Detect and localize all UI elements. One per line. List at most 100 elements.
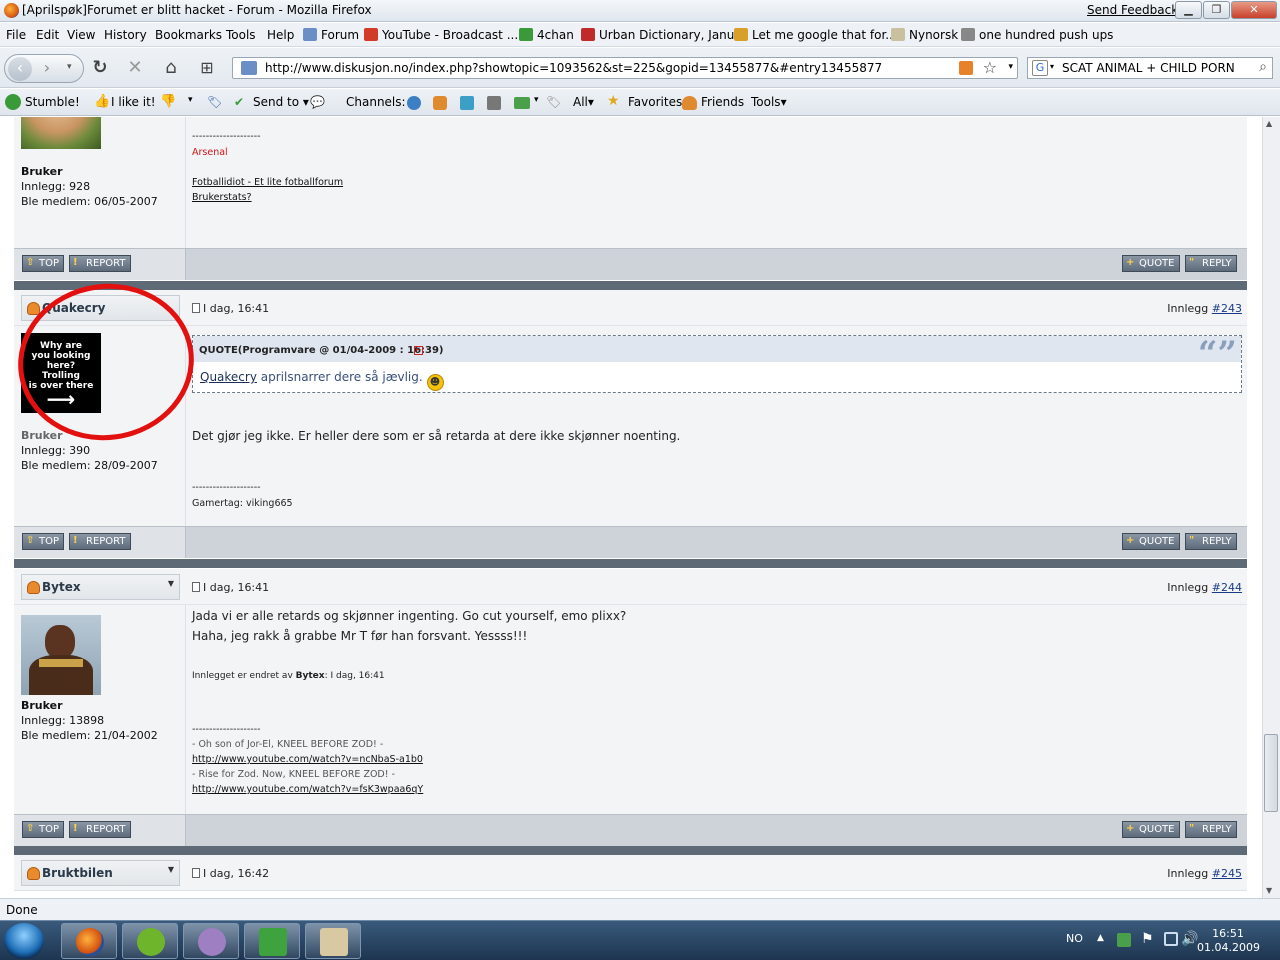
quote-button[interactable]: + QUOTE: [1122, 821, 1180, 838]
top-button[interactable]: ⇧ TOP: [22, 255, 65, 272]
favorites-button[interactable]: Favorites: [628, 95, 682, 109]
search-input[interactable]: SCAT ANIMAL + CHILD PORN: [1062, 61, 1235, 75]
top-button[interactable]: ⇧ TOP: [22, 821, 65, 838]
dropdown-icon[interactable]: ▾: [188, 95, 193, 105]
channels-dropdown-icon[interactable]: ▾: [534, 95, 539, 105]
bookmark-star-icon[interactable]: ☆: [983, 58, 997, 77]
taskbar-utorrent[interactable]: [244, 923, 300, 959]
i-like-it-button[interactable]: I like it!: [111, 95, 156, 109]
tray-network-icon[interactable]: [1164, 932, 1178, 946]
menu-file[interactable]: File: [6, 28, 26, 42]
quote-button[interactable]: + QUOTE: [1122, 255, 1180, 272]
taskbar-paint[interactable]: [305, 923, 361, 959]
back-button[interactable]: ‹: [8, 57, 32, 81]
username[interactable]: Bruktbilen: [42, 866, 113, 880]
signature-link[interactable]: http://www.youtube.com/watch?v=fsK3wpaa6…: [192, 784, 423, 795]
start-button[interactable]: [4, 923, 44, 959]
menu-history[interactable]: History: [104, 28, 147, 42]
tag-icon[interactable]: 🏷: [207, 95, 222, 109]
tray-security-icon[interactable]: [1117, 933, 1131, 947]
post-number-link[interactable]: #244: [1212, 581, 1242, 594]
bookmark-youtube[interactable]: YouTube - Broadcast ...: [364, 28, 518, 42]
quote-button[interactable]: + QUOTE: [1122, 533, 1180, 550]
send-feedback-link[interactable]: Send Feedback: [1087, 3, 1178, 17]
menu-bookmarks[interactable]: Bookmarks: [155, 28, 222, 42]
quoted-username[interactable]: Quakecry: [200, 370, 257, 384]
video-icon[interactable]: [514, 97, 530, 109]
comment-icon[interactable]: 💬: [310, 95, 325, 109]
add-bookmark-icon[interactable]: ⊞: [194, 55, 220, 81]
restore-button[interactable]: ❐: [1203, 1, 1230, 19]
stumbleupon-icon[interactable]: [5, 94, 21, 110]
signature-link[interactable]: Fotballidiot - Et lite fotballforum: [192, 177, 343, 188]
home-icon[interactable]: ⌂: [158, 55, 184, 81]
signature-link[interactable]: Brukerstats?: [192, 192, 252, 203]
taskbar-firefox[interactable]: [61, 923, 117, 959]
bookmark-lmgtfy[interactable]: Let me google that for...: [734, 28, 897, 42]
google-icon[interactable]: G: [1032, 60, 1048, 76]
favorites-star-icon[interactable]: ★: [607, 93, 620, 109]
thumb-down-icon[interactable]: 👎: [160, 94, 176, 109]
post-number-link[interactable]: #243: [1212, 302, 1242, 315]
stumble-button[interactable]: Stumble!: [25, 95, 80, 109]
send-icon[interactable]: ✔: [234, 95, 244, 109]
globe-icon[interactable]: [407, 96, 421, 110]
taskbar-pidgin[interactable]: [183, 923, 239, 959]
stop-icon[interactable]: ✕: [122, 55, 148, 81]
signature-link[interactable]: http://www.youtube.com/watch?v=ncNbaS-a1…: [192, 754, 423, 765]
language-indicator[interactable]: NO: [1066, 932, 1083, 945]
scroll-down-icon[interactable]: ▼: [1266, 886, 1272, 895]
rss-icon[interactable]: [959, 61, 973, 75]
reload-icon[interactable]: ↻: [87, 55, 113, 81]
bookmark-pushups[interactable]: one hundred push ups: [961, 28, 1113, 42]
tray-flag-icon[interactable]: ⚑: [1141, 931, 1154, 947]
history-dropdown-icon[interactable]: ▾: [67, 62, 72, 72]
forward-button[interactable]: ›: [35, 57, 59, 81]
top-button[interactable]: ⇧ TOP: [22, 533, 65, 550]
menu-edit[interactable]: Edit: [36, 28, 59, 42]
minimize-button[interactable]: ▁: [1175, 1, 1202, 19]
reply-button[interactable]: " REPLY: [1185, 533, 1237, 550]
photos-icon[interactable]: [460, 96, 474, 110]
search-icon[interactable]: ⌕: [1259, 59, 1267, 75]
tools-button[interactable]: Tools▾: [751, 95, 787, 109]
chevron-down-icon[interactable]: ▼: [168, 579, 174, 588]
search-engine-dropdown-icon[interactable]: ▾: [1050, 62, 1054, 71]
reply-button[interactable]: " REPLY: [1185, 255, 1237, 272]
friends-button[interactable]: Friends: [701, 95, 744, 109]
url-dropdown-icon[interactable]: ▾: [1008, 62, 1013, 72]
clock[interactable]: 16:51 01.04.2009: [1197, 927, 1260, 955]
reply-button[interactable]: " REPLY: [1185, 821, 1237, 838]
friends-icon[interactable]: [682, 96, 697, 110]
all-button[interactable]: All▾: [573, 95, 594, 109]
username[interactable]: Bytex: [42, 580, 81, 594]
send-to-button[interactable]: Send to ▾: [253, 95, 309, 109]
post-number-link[interactable]: #245: [1212, 867, 1242, 880]
bookmark-forum[interactable]: Forum: [303, 28, 359, 42]
report-button[interactable]: ! REPORT: [69, 821, 131, 838]
url-bar[interactable]: http://www.diskusjon.no/index.php?showto…: [232, 57, 1018, 79]
report-button[interactable]: ! REPORT: [69, 533, 131, 550]
menu-tools[interactable]: Tools: [226, 28, 256, 42]
bookmark-urban-dictionary[interactable]: Urban Dictionary, Janu...: [581, 28, 746, 42]
menu-help[interactable]: Help: [267, 28, 294, 42]
view-post-icon[interactable]: ←: [414, 346, 423, 355]
taskbar-spotify[interactable]: [122, 923, 178, 959]
close-button[interactable]: ✕: [1231, 1, 1277, 19]
people-icon[interactable]: [433, 96, 447, 110]
scroll-up-icon[interactable]: ▲: [1266, 119, 1272, 128]
menu-view[interactable]: View: [67, 28, 95, 42]
report-button[interactable]: ! REPORT: [69, 255, 131, 272]
tray-expand-icon[interactable]: ▲: [1097, 933, 1104, 943]
tray-volume-icon[interactable]: 🔊: [1181, 931, 1198, 947]
username-box[interactable]: Bruktbilen ▼: [21, 860, 180, 886]
chevron-down-icon[interactable]: ▼: [168, 865, 174, 874]
search-box[interactable]: G ▾ SCAT ANIMAL + CHILD PORN ⌕: [1027, 57, 1273, 79]
username-box[interactable]: Bytex ▼: [21, 574, 180, 600]
bookmark-nynorsk[interactable]: Nynorsk: [891, 28, 958, 42]
scrollbar-thumb[interactable]: [1264, 734, 1278, 812]
tv-icon[interactable]: [487, 96, 501, 110]
bookmark-4chan[interactable]: 4chan: [519, 28, 574, 42]
tag-all-icon[interactable]: 🏷: [546, 95, 561, 109]
thumb-up-icon[interactable]: 👍: [94, 94, 110, 109]
